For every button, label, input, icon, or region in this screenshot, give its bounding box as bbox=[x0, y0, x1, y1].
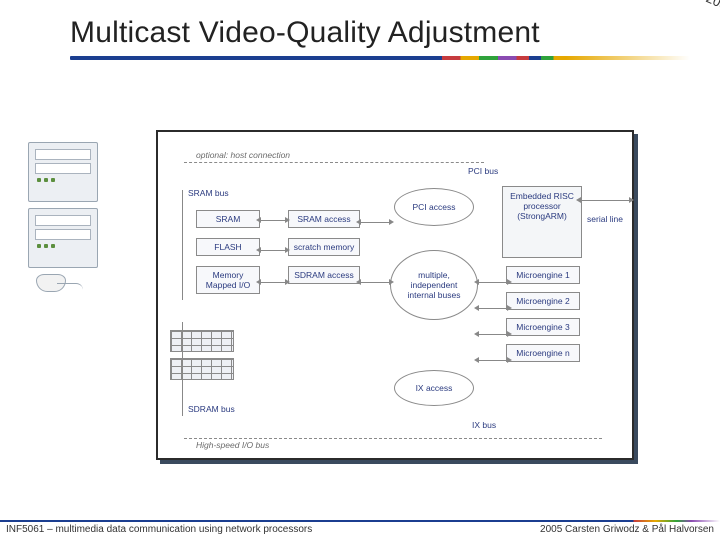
server-icon bbox=[28, 208, 98, 268]
sdram-chip-icon bbox=[170, 330, 234, 352]
sdram-chip-icon bbox=[170, 358, 234, 380]
server-icon bbox=[28, 142, 98, 202]
page-title: Multicast Video-Quality Adjustment bbox=[70, 16, 690, 50]
mouse-icon bbox=[36, 274, 66, 292]
left-memory-column: SRAM FLASH Memory Mapped I/O bbox=[196, 210, 260, 294]
mmio-block: Memory Mapped I/O bbox=[196, 266, 260, 294]
scratch-memory-block: scratch memory bbox=[288, 238, 360, 256]
connector-arrow bbox=[260, 220, 286, 221]
internal-buses-node: multiple, independent internal buses bbox=[390, 250, 478, 320]
server-cluster bbox=[28, 142, 98, 292]
microengine-block: Microengine n bbox=[506, 344, 580, 362]
serial-line-connector bbox=[580, 200, 630, 201]
hs-io-bus-line bbox=[184, 438, 602, 439]
pci-bus-label: PCI bus bbox=[468, 166, 498, 176]
citation-note: Yamada et. al. 2002 bbox=[624, 0, 720, 16]
microengine-block: Microengine 3 bbox=[506, 318, 580, 336]
host-connection-label: optional: host connection bbox=[196, 150, 290, 160]
footer: INF5061 – multimedia data communication … bbox=[0, 520, 720, 540]
hs-io-label: High-speed I/O bus bbox=[196, 440, 269, 450]
sdram-group bbox=[166, 330, 262, 380]
connector-arrow bbox=[478, 334, 508, 335]
title-rule bbox=[70, 56, 690, 60]
ix-access-node: IX access bbox=[394, 370, 474, 406]
host-bus-line bbox=[184, 162, 484, 163]
connector-arrow bbox=[478, 308, 508, 309]
microengine-column: Microengine 1 Microengine 2 Microengine … bbox=[506, 266, 580, 362]
architecture-diagram: optional: host connection PCI bus PCI ac… bbox=[156, 130, 634, 460]
pci-access-node: PCI access bbox=[394, 188, 474, 226]
sram-bus-label: SRAM bus bbox=[188, 188, 229, 198]
mid-access-column: SRAM access scratch memory SDRAM access bbox=[288, 210, 360, 284]
sdram-access-block: SDRAM access bbox=[288, 266, 360, 284]
sram-bus-line bbox=[182, 190, 183, 300]
connector-arrow bbox=[360, 222, 390, 223]
serial-line-label: serial line bbox=[586, 214, 624, 224]
embedded-risc-block: Embedded RISC processor (StrongARM) bbox=[502, 186, 582, 258]
flash-block: FLASH bbox=[196, 238, 260, 256]
connector-arrow bbox=[478, 282, 508, 283]
connector-arrow bbox=[260, 250, 286, 251]
sram-block: SRAM bbox=[196, 210, 260, 228]
connector-arrow bbox=[478, 360, 508, 361]
sdram-bus-line bbox=[182, 322, 183, 416]
footer-left: INF5061 – multimedia data communication … bbox=[6, 524, 312, 540]
ix-bus-label: IX bus bbox=[472, 420, 496, 430]
connector-arrow bbox=[260, 282, 286, 283]
sram-access-block: SRAM access bbox=[288, 210, 360, 228]
content-area: optional: host connection PCI bus PCI ac… bbox=[28, 130, 648, 470]
connector-arrow bbox=[360, 282, 390, 283]
sdram-bus-label: SDRAM bus bbox=[188, 404, 235, 414]
footer-right: 2005 Carsten Griwodz & Pål Halvorsen bbox=[540, 524, 714, 540]
microengine-block: Microengine 1 bbox=[506, 266, 580, 284]
microengine-block: Microengine 2 bbox=[506, 292, 580, 310]
